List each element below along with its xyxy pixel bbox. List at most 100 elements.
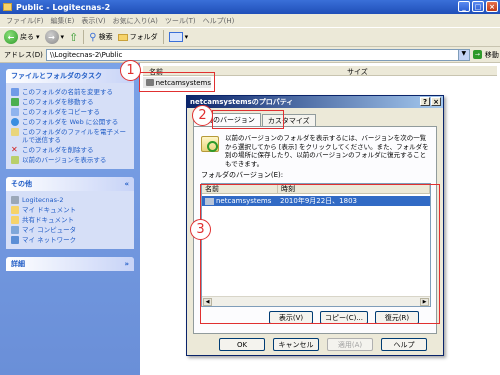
menu-tools[interactable]: ツール(T) (165, 16, 196, 26)
other-places-list: Logitecnas-2 マイ ドキュメント 共有ドキュメント マイ コンピュー… (6, 191, 134, 249)
address-value: \\Logitecnas-2\Public (49, 50, 123, 59)
search-label: 検索 (98, 33, 113, 41)
annotation-number-3: 3 (190, 219, 211, 240)
other-places-header[interactable]: その他 « (6, 177, 134, 191)
folders-label: フォルダ (129, 33, 158, 41)
window-controls: _ □ × (458, 1, 498, 12)
task-previous-versions[interactable]: 以前のバージョンを表示する (11, 156, 129, 164)
place-label: 共有ドキュメント (22, 216, 74, 224)
copy-icon (11, 108, 19, 116)
other-places-title: その他 (11, 180, 32, 188)
apply-button[interactable]: 適用(A) (327, 338, 373, 351)
chevron-down-icon[interactable]: ▾ (61, 33, 65, 41)
menu-favorites[interactable]: お気に入り(A) (113, 16, 158, 26)
search-icon: ⚲ (89, 31, 97, 43)
move-icon (11, 98, 19, 106)
task-copy-folder[interactable]: このフォルダをコピーする (11, 108, 129, 116)
chevron-down-icon[interactable]: ▾ (36, 33, 40, 41)
annotation-box-1 (139, 72, 215, 92)
shared-folder-icon (11, 216, 19, 224)
collapse-icon[interactable]: « (124, 180, 129, 188)
email-icon (11, 128, 19, 136)
close-button[interactable]: × (486, 1, 498, 12)
versions-description: 以前のバージョンのフォルダを表示するには、バージョンを次の一覧から選択してから … (225, 134, 429, 168)
menu-file[interactable]: ファイル(F) (6, 16, 44, 26)
versions-label: フォルダのバージョン(E): (201, 171, 284, 179)
history-icon (11, 156, 19, 164)
task-email-files[interactable]: このフォルダのファイルを電子メールで送信する (11, 128, 129, 144)
annotation-number-1: 1 (120, 60, 141, 81)
folders-button[interactable]: フォルダ (117, 32, 158, 42)
folder-tasks-title: ファイルとフォルダのタスク (11, 72, 102, 80)
task-label: 以前のバージョンを表示する (22, 156, 107, 164)
place-label: Logitecnas-2 (22, 196, 64, 204)
address-input[interactable]: \\Logitecnas-2\Public ▼ (45, 48, 470, 61)
task-delete-folder[interactable]: ✕ このフォルダを削除する (11, 146, 129, 155)
menu-bar: ファイル(F) 編集(E) 表示(V) お気に入り(A) ツール(T) ヘルプ(… (0, 14, 500, 27)
nas-icon (11, 196, 19, 204)
task-pane: ファイルとフォルダのタスク « このフォルダの名前を変更する このフォルダを移動… (0, 63, 140, 375)
other-places-panel: その他 « Logitecnas-2 マイ ドキュメント 共有ドキュメント マイ… (6, 177, 134, 249)
ok-button[interactable]: OK (219, 338, 265, 351)
task-label: このフォルダを移動する (22, 98, 94, 106)
back-button[interactable]: ← 戻る ▾ (4, 30, 40, 44)
menu-edit[interactable]: 編集(E) (51, 16, 75, 26)
task-label: このフォルダを Web に公開する (22, 118, 119, 126)
task-publish-web[interactable]: このフォルダを Web に公開する (11, 118, 129, 126)
search-button[interactable]: ⚲ 検索 (89, 32, 112, 43)
views-button[interactable]: ▾ (168, 32, 189, 42)
expand-icon[interactable]: » (124, 260, 129, 268)
menu-view[interactable]: 表示(V) (81, 16, 105, 26)
chevron-down-icon[interactable]: ▼ (457, 49, 469, 60)
folder-icon (3, 3, 12, 11)
go-arrow-icon[interactable]: → (472, 50, 482, 59)
rename-icon (11, 88, 19, 96)
up-folder-icon[interactable]: ⇧ (69, 31, 78, 44)
details-panel: 詳細 » (6, 257, 134, 271)
computer-icon (11, 226, 19, 234)
network-icon (11, 236, 19, 244)
toolbar-separator (83, 30, 85, 44)
dialog-close-button[interactable]: × (431, 97, 441, 106)
maximize-button[interactable]: □ (472, 1, 484, 12)
documents-icon (11, 206, 19, 214)
address-bar: アドレス(D) \\Logitecnas-2\Public ▼ → 移動 (0, 47, 500, 63)
folder-icon (117, 33, 128, 41)
task-move-folder[interactable]: このフォルダを移動する (11, 98, 129, 106)
place-my-network[interactable]: マイ ネットワーク (11, 236, 129, 244)
minimize-button[interactable]: _ (458, 1, 470, 12)
menu-help[interactable]: ヘルプ(H) (203, 16, 235, 26)
dialog-help-button[interactable]: ヘルプ (381, 338, 427, 351)
folder-tasks-panel: ファイルとフォルダのタスク « このフォルダの名前を変更する このフォルダを移動… (6, 69, 134, 169)
task-label: このフォルダの名前を変更する (22, 88, 113, 96)
folder-tasks-header[interactable]: ファイルとフォルダのタスク « (6, 69, 134, 83)
task-rename-folder[interactable]: このフォルダの名前を変更する (11, 88, 129, 96)
back-arrow-icon: ← (4, 30, 18, 44)
task-label: このフォルダを削除する (22, 146, 94, 154)
address-label: アドレス(D) (4, 50, 43, 59)
cancel-button[interactable]: キャンセル (273, 338, 319, 351)
column-size[interactable]: サイズ (347, 67, 368, 77)
place-label: マイ ネットワーク (22, 236, 77, 244)
window-title: Public - Logitecnas-2 (16, 2, 111, 12)
annotation-box-3 (200, 184, 440, 324)
place-label: マイ コンピュータ (22, 226, 77, 234)
views-icon (168, 32, 183, 42)
toolbar-separator (162, 30, 164, 44)
place-label: マイ ドキュメント (22, 206, 77, 214)
window-titlebar: Public - Logitecnas-2 _ □ × (0, 0, 500, 14)
help-button[interactable]: ? (420, 97, 430, 106)
forward-arrow-icon: → (44, 30, 59, 44)
details-header[interactable]: 詳細 » (6, 257, 134, 271)
chevron-down-icon[interactable]: ▾ (185, 33, 189, 41)
place-my-documents[interactable]: マイ ドキュメント (11, 206, 129, 214)
place-shared-documents[interactable]: 共有ドキュメント (11, 216, 129, 224)
place-logitecnas[interactable]: Logitecnas-2 (11, 196, 129, 204)
forward-button[interactable]: → ▾ (44, 30, 65, 44)
annotation-box-2 (212, 110, 284, 129)
toolbar: ← 戻る ▾ → ▾ ⇧ ⚲ 検索 フォルダ ▾ (0, 27, 500, 47)
place-my-computer[interactable]: マイ コンピュータ (11, 226, 129, 234)
go-button[interactable]: 移動 (485, 50, 499, 60)
annotation-number-2: 2 (192, 105, 213, 126)
dialog-titlebar: netcamsystemsのプロパティ ? × (187, 96, 443, 108)
